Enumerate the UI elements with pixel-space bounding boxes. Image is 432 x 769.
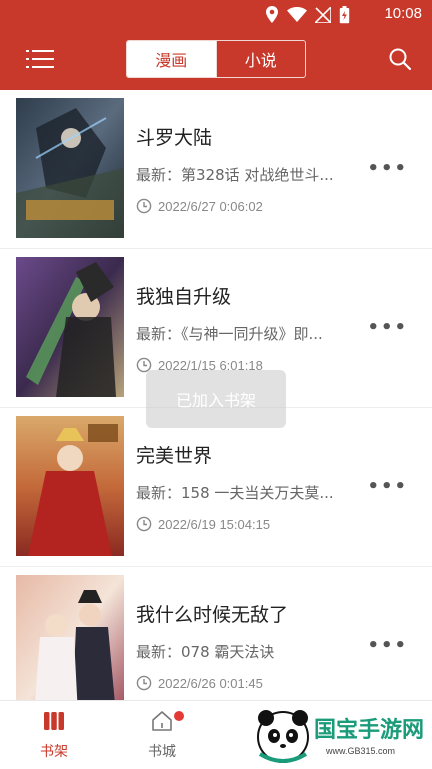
category-tabs: 漫画 小说 [126,40,306,78]
cover-image[interactable] [16,575,124,700]
status-icons [265,6,350,24]
more-options-icon[interactable]: ••• [367,158,408,179]
cover-image[interactable] [16,416,124,556]
menu-icon[interactable] [26,48,54,70]
update-time: 2022/6/27 0:06:02 [158,198,263,214]
list-item[interactable]: 完美世界 最新：158 一夫当关万夫莫... 2022/6/19 15:04:1… [0,408,432,567]
location-icon [266,6,278,23]
latest-chapter: 最新：078 霸天法诀 [136,643,275,661]
clock-icon [136,198,152,214]
comic-title: 我什么时候无敌了 [136,604,289,626]
nav-bookshelf[interactable]: 书架 [14,709,94,761]
tab-novels[interactable]: 小说 [215,41,306,77]
comic-title: 我独自升级 [136,286,232,308]
update-time: 2022/6/19 15:04:15 [158,516,271,532]
status-bar: 10:08 [0,0,432,30]
top-app-bar: 10:08 漫画 小说 [0,0,432,90]
home-icon [152,711,172,731]
comic-title: 斗罗大陆 [136,127,213,149]
panda-logo-icon [257,710,309,763]
clock-icon [136,675,152,691]
latest-chapter: 最新：《与神一同升级》即... [136,325,323,343]
comic-title: 完美世界 [136,445,213,467]
wifi-icon [287,7,307,22]
update-time-row: 2022/6/26 0:01:45 [136,675,263,691]
toast-message: 已加入书架 [146,370,286,428]
watermark-name: 国宝手游网 [314,718,425,743]
notification-badge [174,711,184,721]
no-signal-icon [315,7,331,23]
nav-label: 书城 [148,744,176,760]
battery-charging-icon [339,6,350,24]
status-time: 10:08 [384,5,422,22]
search-icon[interactable] [388,47,412,71]
update-time-row: 2022/6/27 0:06:02 [136,198,263,214]
nav-bookstore[interactable]: 书城 [122,709,202,761]
latest-chapter: 最新：158 一夫当关万夫莫... [136,484,334,502]
update-time-row: 2022/6/19 15:04:15 [136,516,270,532]
update-time: 2022/6/26 0:01:45 [158,675,263,691]
list-item[interactable]: 我什么时候无敌了 最新：078 霸天法诀 2022/6/26 0:01:45 •… [0,567,432,700]
clock-icon [136,516,152,532]
cover-image[interactable] [16,257,124,397]
watermark-url: www.GB315.com [326,746,396,756]
more-options-icon[interactable]: ••• [367,635,408,656]
more-options-icon[interactable]: ••• [367,476,408,497]
nav-label: 书架 [40,744,68,760]
bookshelf-icon [44,712,64,730]
more-options-icon[interactable]: ••• [367,317,408,338]
tab-comics[interactable]: 漫画 [127,41,216,77]
list-item[interactable]: 斗罗大陆 最新：第328话 对战绝世斗... 2022/6/27 0:06:02… [0,90,432,249]
latest-chapter: 最新：第328话 对战绝世斗... [136,166,334,184]
cover-image[interactable] [16,98,124,238]
site-watermark: 国宝手游网 www.GB315.com [248,702,432,768]
